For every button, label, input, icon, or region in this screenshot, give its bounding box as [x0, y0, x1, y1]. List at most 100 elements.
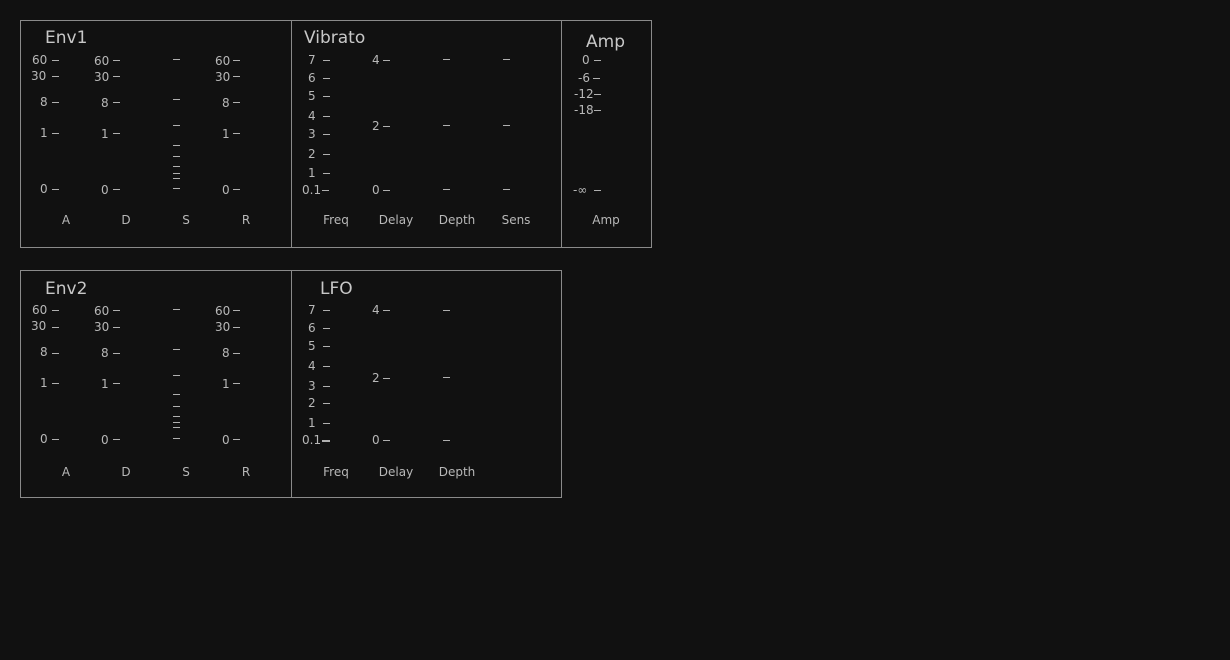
env1-s-tick-mark: [173, 125, 180, 126]
vibrato-depth-tick-mark: [443, 59, 450, 60]
env1-r-tick-mark: [233, 102, 240, 103]
vibrato-freq-tick: 6: [308, 71, 316, 85]
lfo-label-freq: Freq: [323, 465, 349, 479]
lfo-freq-tick-mark: [323, 328, 330, 329]
vibrato-sens-tick-mark: [503, 125, 510, 126]
env2-a-tick-mark: [52, 353, 59, 354]
amp-label: Amp: [592, 213, 620, 227]
env2-r-tick: 8: [222, 346, 230, 360]
env1-a-tick-mark: [52, 102, 59, 103]
env1-panel: Env1 60 30 8 1 0 60 30 8 1 0 60 30 8 1 0…: [20, 20, 292, 248]
env1-s-tick-mark: [173, 145, 180, 146]
vibrato-freq-tick: 4: [308, 109, 316, 123]
env1-a-tick-60: 60: [32, 53, 48, 67]
env1-d-tick-30: 30: [94, 70, 110, 84]
amp-tick: -12: [574, 87, 594, 101]
env1-r-tick-mark: [233, 60, 240, 61]
lfo-freq-tick-mark: [323, 423, 330, 424]
env1-s-tick-mark: [173, 156, 180, 157]
vibrato-panel: Vibrato 7 6 5 4 3 2 1 0.1 4 2 0 Freq Del…: [291, 20, 562, 248]
env2-d-tick: 60: [94, 304, 110, 318]
vibrato-freq-tick-mark: [323, 60, 330, 61]
env1-a-tick-0: 0: [40, 182, 48, 196]
env2-r-tick: 0: [222, 433, 230, 447]
lfo-depth-tick-mark: [443, 440, 450, 441]
vibrato-depth-tick-mark: [443, 189, 450, 190]
env2-label-s: S: [182, 465, 190, 479]
lfo-freq-tick-mark: [323, 310, 330, 311]
env2-s-tick-mark: [173, 438, 180, 439]
env2-d-tick-mark: [113, 383, 120, 384]
vibrato-delay-tick-mark: [383, 190, 390, 191]
env1-d-tick-mark: [113, 133, 120, 134]
env1-r-tick-60: 60: [215, 54, 231, 68]
env2-d-tick-mark: [113, 353, 120, 354]
env1-s-tick-mark: [173, 166, 180, 167]
vibrato-freq-tick: 0.1: [302, 183, 322, 197]
lfo-delay-tick: 0: [372, 433, 380, 447]
env1-s-tick-mark: [173, 188, 180, 189]
vibrato-sens-tick-mark: [503, 189, 510, 190]
env1-title: Env1: [45, 28, 88, 48]
env2-label-d: D: [121, 465, 131, 479]
env1-a-tick-mark: [52, 76, 59, 77]
vibrato-delay-tick: 2: [372, 119, 380, 133]
lfo-delay-tick: 2: [372, 371, 380, 385]
env1-a-tick-mark: [52, 60, 59, 61]
vibrato-freq-tick: 1: [308, 166, 316, 180]
env2-label-a: A: [61, 465, 71, 479]
env1-s-tick-mark: [173, 178, 180, 179]
vibrato-label-sens: Sens: [501, 213, 531, 227]
env1-d-tick-0: 0: [101, 183, 109, 197]
lfo-freq-tick: 0.1: [302, 433, 322, 447]
env2-a-tick: 1: [40, 376, 48, 390]
lfo-freq-tick: 5: [308, 339, 316, 353]
env2-d-tick: 30: [94, 320, 110, 334]
env2-s-tick-mark: [173, 406, 180, 407]
amp-title: Amp: [586, 32, 625, 52]
vibrato-delay-tick: 4: [372, 53, 380, 67]
env1-a-tick-1: 1: [40, 126, 48, 140]
lfo-delay-tick-mark: [383, 378, 390, 379]
lfo-freq-tick-mark: [322, 440, 330, 442]
lfo-label-delay: Delay: [378, 465, 414, 479]
env1-a-tick-30: 30: [31, 69, 47, 83]
lfo-label-depth: Depth: [438, 465, 476, 479]
lfo-freq-tick-mark: [323, 403, 330, 404]
env1-d-tick-60: 60: [94, 54, 110, 68]
env2-s-tick-mark: [173, 427, 180, 428]
env2-s-tick-mark: [173, 394, 180, 395]
env1-d-tick-mark: [113, 76, 120, 77]
env2-a-tick: 60: [32, 303, 48, 317]
env2-s-tick-mark: [173, 416, 180, 417]
lfo-delay-tick-mark: [383, 310, 390, 311]
env1-r-tick-8: 8: [222, 96, 230, 110]
vibrato-freq-tick-mark: [323, 154, 330, 155]
amp-tick: -18: [574, 103, 594, 117]
env2-d-tick: 1: [101, 377, 109, 391]
lfo-title: LFO: [320, 279, 353, 299]
env2-panel: Env2 60 30 8 1 0 60 30 8 1 0 60 30 8 1 0…: [20, 270, 292, 498]
env1-label-r: R: [241, 213, 251, 227]
lfo-freq-tick: 2: [308, 396, 316, 410]
env2-s-tick-mark: [173, 309, 180, 310]
env2-a-tick: 8: [40, 345, 48, 359]
amp-tick-mark: [594, 190, 601, 191]
amp-tick: -6: [578, 71, 590, 85]
vibrato-delay-tick-mark: [383, 60, 390, 61]
vibrato-label-depth: Depth: [438, 213, 476, 227]
env2-label-r: R: [241, 465, 251, 479]
env2-a-tick: 30: [31, 319, 47, 333]
lfo-freq-tick: 7: [308, 303, 316, 317]
lfo-depth-tick-mark: [443, 310, 450, 311]
vibrato-freq-tick-mark: [322, 190, 329, 191]
env1-a-tick-mark: [52, 133, 59, 134]
env2-a-tick-mark: [52, 439, 59, 440]
env2-r-tick-mark: [233, 353, 240, 354]
vibrato-label-freq: Freq: [323, 213, 349, 227]
vibrato-freq-tick-mark: [323, 78, 330, 79]
lfo-panel: LFO 7 6 5 4 3 2 1 0.1 4 2 0 Freq Delay D…: [291, 270, 562, 498]
amp-tick-mark: [594, 60, 601, 61]
vibrato-freq-tick-mark: [323, 96, 330, 97]
env1-s-tick-mark: [173, 99, 180, 100]
